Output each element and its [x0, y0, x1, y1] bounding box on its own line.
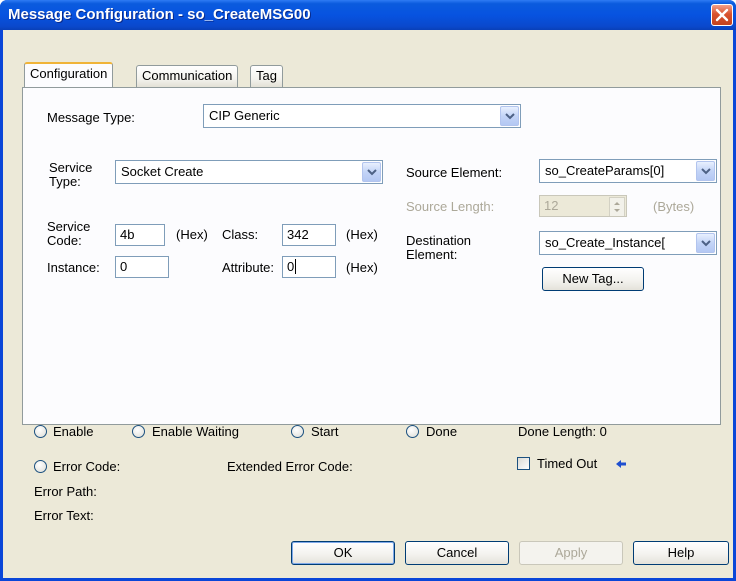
- class-hex-unit: (Hex): [346, 227, 378, 242]
- class-label: Class:: [222, 227, 259, 242]
- message-type-label: Message Type:: [47, 110, 135, 125]
- start-radio: [291, 425, 304, 438]
- cancel-button[interactable]: Cancel: [405, 541, 509, 565]
- source-length-input: 12: [539, 195, 627, 217]
- error-code-label: Error Code:: [53, 459, 121, 474]
- service-type-label: Service Type:: [49, 160, 93, 189]
- class-input[interactable]: 342: [282, 224, 336, 246]
- timed-out-checkbox[interactable]: [517, 457, 530, 470]
- source-element-value: so_CreateParams[0]: [545, 163, 665, 178]
- chevron-down-icon: [367, 169, 377, 176]
- error-code-radio: [34, 460, 47, 473]
- close-button[interactable]: [711, 4, 733, 26]
- done-label: Done: [426, 424, 458, 439]
- enable-label: Enable: [53, 424, 94, 439]
- instance-input[interactable]: 0: [115, 256, 169, 278]
- done-radio: [406, 425, 419, 438]
- close-icon: [715, 8, 729, 22]
- timed-out-label: Timed Out: [537, 456, 598, 471]
- configuration-panel: Message Type: CIP Generic Service Type: …: [22, 87, 721, 425]
- enable-waiting-label: Enable Waiting: [152, 424, 239, 439]
- message-type-select[interactable]: CIP Generic: [203, 104, 521, 128]
- attribute-input[interactable]: 0: [282, 256, 336, 278]
- arrow-left-icon: [616, 460, 626, 468]
- enable-waiting-radio: [132, 425, 145, 438]
- source-element-dropdown-button[interactable]: [696, 161, 715, 181]
- extended-error-code-label: Extended Error Code:: [227, 459, 353, 474]
- chevron-down-icon: [505, 113, 515, 120]
- dialog-body: Configuration Communication Tag Message …: [3, 30, 733, 578]
- window-title: Message Configuration - so_CreateMSG00: [8, 6, 311, 23]
- title-bar[interactable]: Message Configuration - so_CreateMSG00: [0, 0, 736, 30]
- service-code-hex-unit: (Hex): [176, 227, 208, 242]
- spin-arrows-icon: [614, 202, 620, 212]
- source-element-select[interactable]: so_CreateParams[0]: [539, 159, 717, 183]
- message-type-value: CIP Generic: [209, 108, 280, 123]
- tab-configuration[interactable]: Configuration: [24, 62, 114, 87]
- start-label: Start: [311, 424, 339, 439]
- help-button[interactable]: Help: [633, 541, 729, 565]
- destination-element-select[interactable]: so_Create_Instance[: [539, 231, 717, 255]
- destination-element-dropdown-button[interactable]: [696, 233, 715, 253]
- done-length-text: Done Length: 0: [518, 424, 607, 439]
- source-length-label: Source Length:: [406, 199, 495, 214]
- service-code-input[interactable]: 4b: [115, 224, 165, 246]
- instance-label: Instance:: [47, 260, 100, 275]
- new-tag-button[interactable]: New Tag...: [542, 267, 644, 291]
- attribute-hex-unit: (Hex): [346, 260, 378, 275]
- service-code-label: Service Code:: [47, 219, 91, 248]
- error-text-label: Error Text:: [34, 508, 94, 523]
- destination-element-value: so_Create_Instance[: [545, 235, 665, 250]
- chevron-down-icon: [701, 168, 711, 175]
- message-type-dropdown-button[interactable]: [500, 106, 519, 126]
- destination-element-label: Destination Element:: [406, 233, 472, 262]
- ok-button[interactable]: OK: [291, 541, 395, 565]
- chevron-down-icon: [701, 240, 711, 247]
- tab-tag[interactable]: Tag: [250, 65, 283, 87]
- error-path-label: Error Path:: [34, 484, 97, 499]
- enable-radio: [34, 425, 47, 438]
- service-type-value: Socket Create: [121, 164, 204, 179]
- tab-tag-label: Tag: [256, 68, 277, 83]
- tab-configuration-label: Configuration: [30, 66, 108, 81]
- source-length-spinner: [609, 197, 625, 216]
- tab-communication[interactable]: Communication: [136, 65, 239, 87]
- attribute-label: Attribute:: [222, 260, 275, 275]
- service-type-dropdown-button[interactable]: [362, 162, 381, 182]
- dialog-window: Message Configuration - so_CreateMSG00 C…: [0, 0, 736, 581]
- source-length-unit: (Bytes): [653, 199, 695, 214]
- tab-communication-label: Communication: [142, 68, 233, 83]
- source-element-label: Source Element:: [406, 165, 503, 180]
- service-type-select[interactable]: Socket Create: [115, 160, 383, 184]
- apply-button: Apply: [519, 541, 623, 565]
